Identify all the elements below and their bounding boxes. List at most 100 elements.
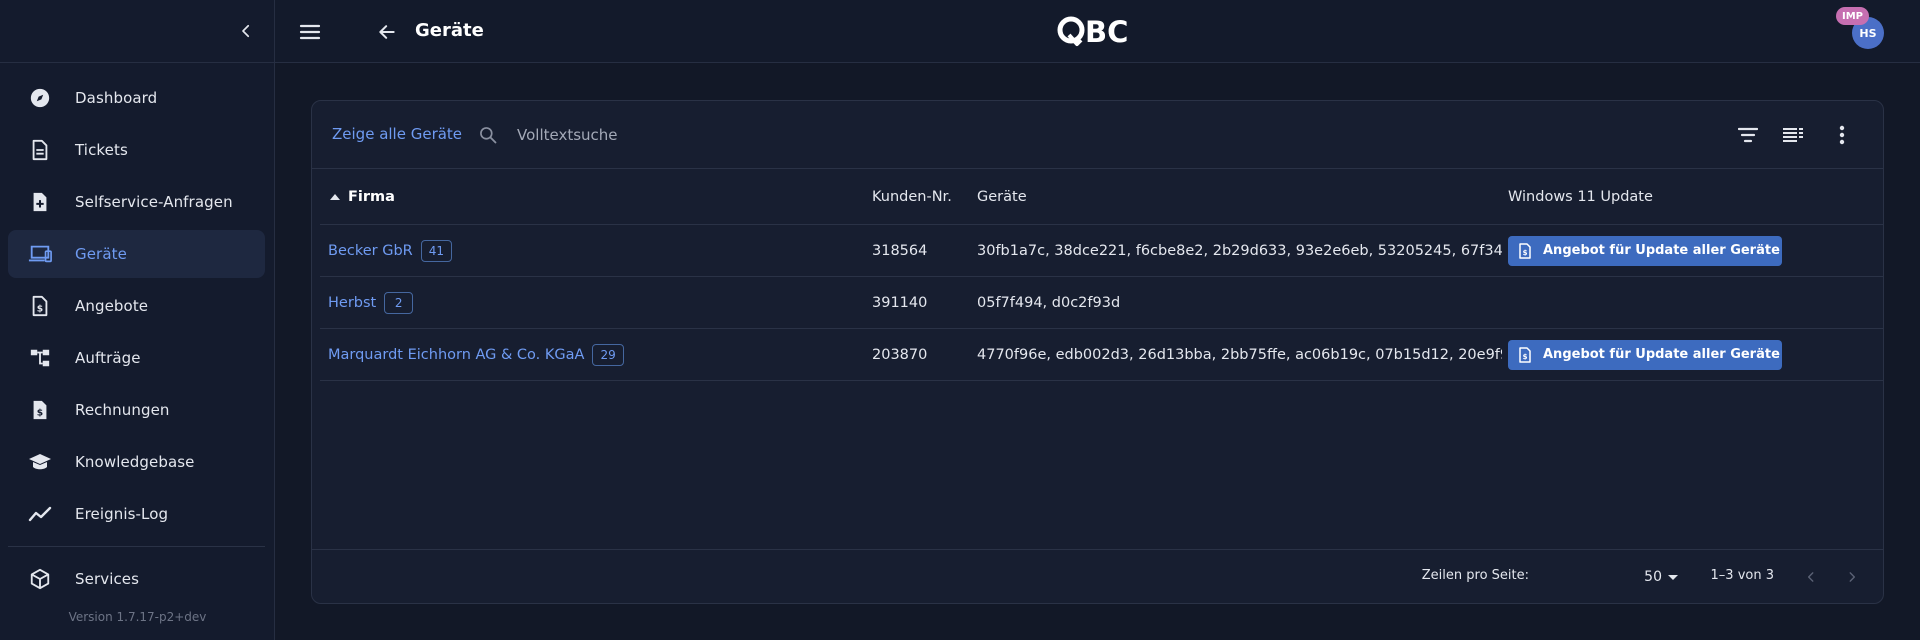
offer-button-label: Angebot für Update aller Geräte	[1543, 347, 1780, 362]
sidebar-item-label: Aufträge	[75, 349, 141, 367]
arrow-left-icon	[379, 25, 395, 39]
sidebar-item-knowledgebase[interactable]: Knowledgebase	[8, 438, 265, 486]
document-icon	[28, 138, 52, 162]
search-icon	[476, 123, 500, 147]
view-list-icon	[1783, 128, 1803, 142]
cell-windows11: $ Angebot für Update aller Geräte	[1508, 329, 1883, 380]
laptop-icon	[28, 242, 52, 266]
sidebar-item-ereignis-log[interactable]: Ereignis-Log	[8, 490, 265, 538]
sidebar-item-label: Selfservice-Anfragen	[75, 193, 233, 211]
dropdown-arrow-icon	[1668, 574, 1678, 580]
table-row: Becker GbR 41 318564 30fb1a7c, 38dce221,…	[320, 225, 1883, 277]
table-pagination: Zeilen pro Seite: 50 1–3 von 3	[312, 549, 1883, 603]
back-button[interactable]	[374, 19, 400, 45]
cell-geraete: 05f7f494, d0c2f93d	[977, 294, 1121, 311]
offer-update-button[interactable]: $ Angebot für Update aller Geräte	[1508, 339, 1782, 370]
chevron-left-icon	[242, 24, 250, 38]
cell-geraete: 4770f96e, edb002d3, 26d13bba, 2bb75ffe, …	[977, 346, 1502, 363]
company-link[interactable]: Herbst	[328, 295, 376, 311]
menu-button[interactable]	[297, 19, 323, 45]
columns-button[interactable]	[1779, 121, 1807, 149]
rows-per-page-value: 50	[1644, 569, 1662, 585]
document-add-icon	[28, 190, 52, 214]
column-header-kunden-nr[interactable]: Kunden-Nr.	[872, 169, 972, 224]
cell-windows11: $ Angebot für Update aller Geräte	[1508, 225, 1883, 276]
device-count-badge: 2	[384, 291, 414, 314]
devices-card: Zeige alle Geräte Firma Kunden-Nr. Gerät…	[311, 100, 1884, 604]
column-header-geraete[interactable]: Geräte	[977, 169, 1502, 224]
more-options-button[interactable]	[1828, 121, 1856, 149]
table-row: Marquardt Eichhorn AG & Co. KGaA 29 2038…	[320, 329, 1883, 381]
cell-firma: Herbst 2	[320, 277, 840, 328]
sidebar-item-label: Geräte	[75, 245, 127, 263]
column-header-label: Firma	[348, 188, 395, 205]
qbc-logo: BC	[1057, 15, 1128, 49]
offer-button-label: Angebot für Update aller Geräte	[1543, 243, 1780, 258]
sidebar-item-rechnungen[interactable]: $ Rechnungen	[8, 386, 265, 434]
company-link[interactable]: Becker GbR	[328, 243, 413, 259]
sidebar-divider	[8, 546, 265, 547]
svg-text:$: $	[37, 408, 43, 419]
more-vertical-icon	[1839, 125, 1845, 145]
sidebar-item-label: Ereignis-Log	[75, 505, 169, 523]
offer-update-button[interactable]: $ Angebot für Update aller Geräte	[1508, 235, 1782, 266]
fulltext-search-input[interactable]	[517, 117, 1117, 153]
sidebar-item-geraete[interactable]: Geräte	[8, 230, 265, 278]
sidebar-item-label: Rechnungen	[75, 401, 170, 419]
sidebar-item-dashboard[interactable]: Dashboard	[8, 74, 265, 122]
sidebar-item-tickets[interactable]: Tickets	[8, 126, 265, 174]
sidebar-item-selfservice[interactable]: Selfservice-Anfragen	[8, 178, 265, 226]
sidebar: Dashboard Tickets Selfservice-Anfragen G…	[0, 0, 275, 640]
invoice-icon: $	[28, 398, 52, 422]
svg-text:$: $	[1523, 249, 1528, 257]
rows-per-page-label: Zeilen pro Seite:	[1421, 568, 1529, 583]
device-count-badge: 41	[420, 239, 453, 262]
devices-table: Firma Kunden-Nr. Geräte Windows 11 Updat…	[320, 169, 1883, 381]
chevron-right-icon	[1849, 572, 1856, 582]
collapse-sidebar-button[interactable]	[232, 17, 260, 45]
svg-text:$: $	[37, 304, 43, 315]
sidebar-item-label: Services	[75, 570, 140, 588]
compass-icon	[28, 86, 52, 110]
svg-text:BC: BC	[1085, 15, 1128, 49]
show-all-devices-link[interactable]: Zeige alle Geräte	[332, 125, 462, 143]
cell-kunden-nr: 318564	[872, 242, 928, 259]
page-title: Geräte	[415, 20, 484, 41]
column-header-firma[interactable]: Firma	[320, 169, 840, 224]
chevron-left-icon	[1807, 572, 1814, 582]
column-header-windows11[interactable]: Windows 11 Update	[1508, 169, 1883, 224]
document-price-icon: $	[1518, 242, 1534, 259]
next-page-button[interactable]	[1839, 564, 1865, 590]
sidebar-item-label: Tickets	[75, 141, 128, 159]
sidebar-item-angebote[interactable]: $ Angebote	[8, 282, 265, 330]
table-toolbar: Zeige alle Geräte	[312, 101, 1883, 169]
table-row: Herbst 2 391140 05f7f494, d0c2f93d	[320, 277, 1883, 329]
trend-line-icon	[28, 502, 52, 526]
cell-geraete: 30fb1a7c, 38dce221, f6cbe8e2, 2b29d633, …	[977, 242, 1502, 259]
sidebar-item-label: Angebote	[75, 297, 149, 315]
sidebar-header	[0, 0, 274, 63]
hierarchy-icon	[28, 346, 52, 370]
sidebar-item-label: Dashboard	[75, 89, 158, 107]
top-bar: Geräte BC HS IMP	[275, 0, 1920, 63]
graduation-cap-icon	[28, 450, 52, 474]
sidebar-item-services[interactable]: Services	[8, 555, 265, 603]
rows-per-page-select[interactable]: 50	[1644, 563, 1678, 591]
price-document-icon: $	[28, 294, 52, 318]
cube-icon	[28, 567, 52, 591]
cell-firma: Marquardt Eichhorn AG & Co. KGaA 29	[320, 329, 840, 380]
cell-windows11	[1508, 277, 1883, 328]
filter-icon	[1738, 127, 1758, 143]
sidebar-item-label: Knowledgebase	[75, 453, 195, 471]
impersonation-badge: IMP	[1835, 7, 1869, 25]
table-header-row: Firma Kunden-Nr. Geräte Windows 11 Updat…	[320, 169, 1883, 225]
sidebar-item-auftraege[interactable]: Aufträge	[8, 334, 265, 382]
cell-firma: Becker GbR 41	[320, 225, 840, 276]
hamburger-icon	[299, 24, 321, 40]
filter-button[interactable]	[1734, 121, 1762, 149]
sort-ascending-icon	[328, 190, 342, 204]
svg-text:$: $	[1523, 353, 1528, 361]
previous-page-button[interactable]	[1798, 564, 1824, 590]
company-link[interactable]: Marquardt Eichhorn AG & Co. KGaA	[328, 347, 584, 363]
device-count-badge: 29	[592, 343, 624, 366]
